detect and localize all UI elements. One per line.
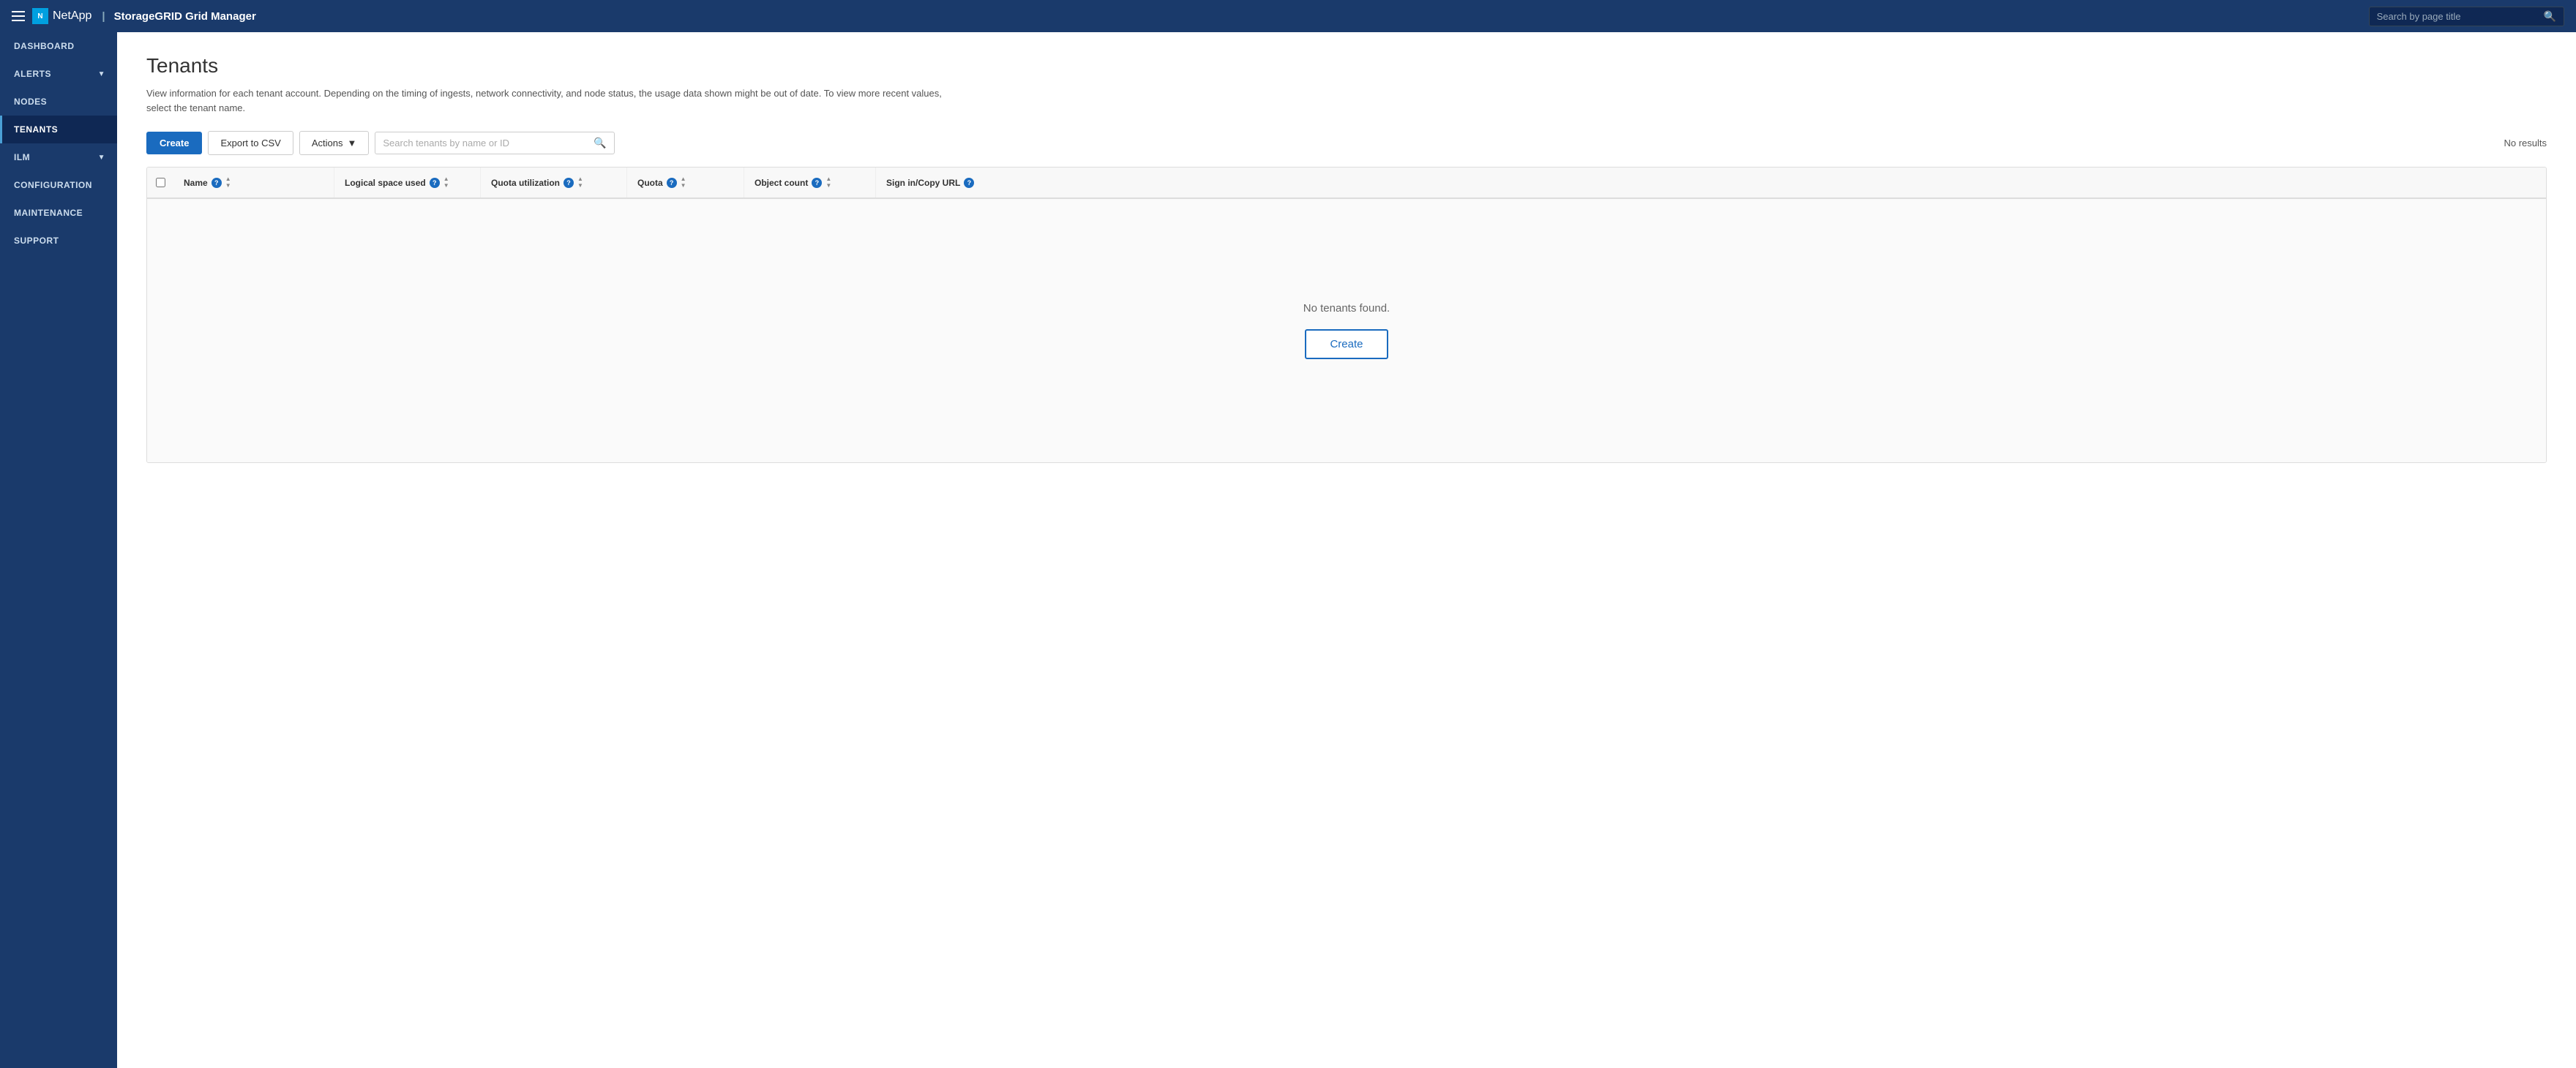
export-csv-button[interactable]: Export to CSV (208, 131, 293, 155)
col-object-count: Object count ? ▲▼ (744, 168, 876, 198)
main-content: Tenants View information for each tenant… (117, 32, 2576, 1068)
actions-chevron-icon: ▼ (347, 138, 356, 148)
select-all-checkbox[interactable] (147, 168, 173, 198)
sidebar-item-support[interactable]: SUPPORT (0, 227, 117, 255)
page-title: Tenants (146, 54, 2547, 78)
toolbar: Create Export to CSV Actions ▼ 🔍 No resu… (146, 131, 2547, 155)
logical-space-help-icon[interactable]: ? (430, 178, 440, 188)
empty-text: No tenants found. (1303, 302, 1390, 315)
page-description: View information for each tenant account… (146, 86, 951, 115)
page-search-input[interactable] (2377, 11, 2538, 22)
ilm-chevron-icon: ▼ (98, 154, 105, 162)
tenant-search-input[interactable] (383, 138, 588, 148)
alerts-chevron-icon: ▼ (98, 70, 105, 78)
page-search-box[interactable]: 🔍 (2369, 7, 2564, 26)
sidebar-item-ilm[interactable]: ILM ▼ (0, 143, 117, 171)
logo-text: NetApp (53, 10, 91, 23)
sidebar-item-maintenance[interactable]: MAINTENANCE (0, 199, 117, 227)
quota-help-icon[interactable]: ? (667, 178, 677, 188)
logical-space-sort[interactable]: ▲▼ (443, 176, 449, 189)
object-count-sort[interactable]: ▲▼ (825, 176, 831, 189)
table-body: No tenants found. Create (147, 199, 2546, 462)
logo-icon: N (32, 8, 48, 24)
quota-sort[interactable]: ▲▼ (681, 176, 686, 189)
sidebar-item-alerts[interactable]: ALERTS ▼ (0, 60, 117, 88)
col-quota: Quota ? ▲▼ (627, 168, 744, 198)
sidebar-item-dashboard[interactable]: DASHBOARD (0, 32, 117, 60)
empty-state: No tenants found. Create (1259, 258, 1434, 403)
sidebar: DASHBOARD ALERTS ▼ NODES TENANTS ILM ▼ C… (0, 32, 117, 1068)
tenant-search-icon: 🔍 (594, 137, 606, 149)
name-help-icon[interactable]: ? (211, 178, 222, 188)
tenants-table: Name ? ▲▼ Logical space used ? ▲▼ (146, 167, 2547, 463)
create-button[interactable]: Create (146, 132, 202, 154)
quota-util-help-icon[interactable]: ? (564, 178, 574, 188)
nav-divider: | (102, 10, 105, 23)
page-search-icon: 🔍 (2544, 10, 2556, 23)
col-quota-util: Quota utilization ? ▲▼ (481, 168, 627, 198)
sidebar-item-configuration[interactable]: CONFIGURATION (0, 171, 117, 199)
sidebar-item-nodes[interactable]: NODES (0, 88, 117, 116)
col-sign-in-url: Sign in/Copy URL ? (876, 168, 2546, 198)
object-count-help-icon[interactable]: ? (812, 178, 822, 188)
menu-button[interactable] (12, 11, 25, 21)
app-title: StorageGRID Grid Manager (114, 10, 256, 23)
no-results-label: No results (2504, 138, 2547, 148)
actions-button[interactable]: Actions ▼ (299, 131, 370, 155)
topnav: N NetApp | StorageGRID Grid Manager 🔍 (0, 0, 2576, 32)
table-header: Name ? ▲▼ Logical space used ? ▲▼ (147, 168, 2546, 199)
tenant-search-box[interactable]: 🔍 (375, 132, 614, 154)
name-sort[interactable]: ▲▼ (225, 176, 231, 189)
sidebar-item-tenants[interactable]: TENANTS (0, 116, 117, 143)
quota-util-sort[interactable]: ▲▼ (577, 176, 583, 189)
sign-in-url-help-icon[interactable]: ? (964, 178, 974, 188)
col-logical-space: Logical space used ? ▲▼ (334, 168, 481, 198)
netapp-logo: N NetApp (32, 8, 91, 24)
col-name: Name ? ▲▼ (173, 168, 334, 198)
create-empty-button[interactable]: Create (1305, 329, 1388, 359)
